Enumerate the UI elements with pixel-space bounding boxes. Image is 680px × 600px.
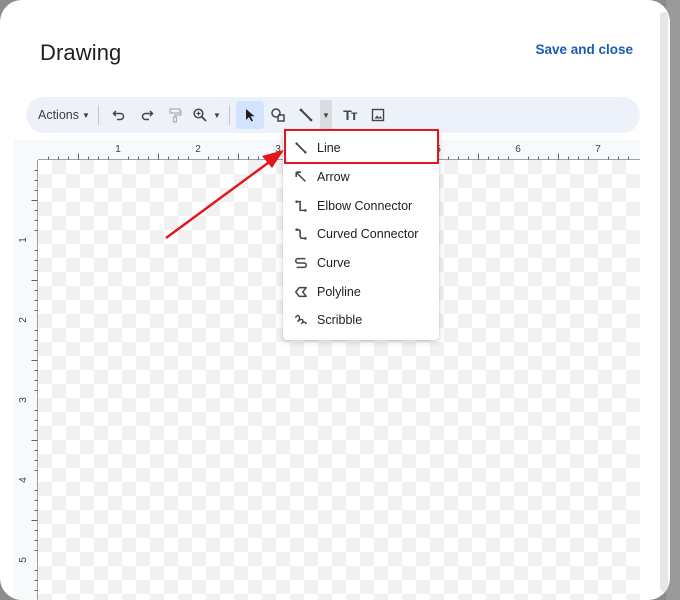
menu-item-scribble[interactable]: Scribble (283, 306, 439, 335)
text-box-button[interactable]: Tт (336, 101, 364, 129)
text-box-icon: Tт (343, 107, 357, 123)
menu-item-label: Curve (317, 256, 351, 271)
line-icon (299, 108, 313, 122)
select-button[interactable] (235, 101, 264, 129)
undo-button[interactable] (105, 101, 133, 129)
arrow-icon (295, 171, 306, 182)
menu-item-elbow-connector[interactable]: Elbow Connector (283, 191, 439, 220)
ruler-label: 2 (195, 144, 201, 155)
actions-menu-button[interactable]: Actions ▼ (36, 101, 92, 129)
ruler-label: 4 (18, 477, 29, 483)
line-type-menu: Line Arrow Elbow Connector Curved Connec… (283, 130, 439, 340)
undo-icon (112, 110, 125, 121)
menu-item-polyline[interactable]: Polyline (283, 277, 439, 306)
menu-item-label: Scribble (317, 313, 363, 328)
ruler-label: 3 (275, 144, 281, 155)
zoom-dropdown-icon[interactable]: ▼ (211, 101, 223, 129)
toolbar-divider (97, 105, 99, 125)
zoom-button[interactable] (189, 101, 211, 129)
paint-format-icon (169, 108, 182, 123)
image-button[interactable] (364, 101, 392, 129)
select-icon (245, 109, 255, 122)
ruler-label: 1 (115, 144, 121, 155)
image-icon (371, 108, 385, 122)
menu-item-label: Line (317, 141, 341, 156)
line-button[interactable] (292, 101, 320, 129)
chevron-down-icon: ▼ (82, 110, 90, 120)
polyline-icon (295, 286, 307, 297)
line-dropdown-button[interactable]: ▼ (319, 100, 332, 130)
ruler-label: 7 (595, 144, 601, 155)
scrollbar[interactable] (660, 12, 668, 592)
shape-button[interactable] (264, 101, 292, 129)
menu-item-label: Curved Connector (317, 227, 419, 242)
ruler-label: 6 (515, 144, 521, 155)
line-icon (295, 142, 307, 154)
zoom-icon (193, 108, 207, 122)
vertical-ruler: 1 2 3 4 5 (18, 160, 38, 600)
ruler-label: 2 (18, 317, 29, 323)
ruler-label: 1 (18, 237, 29, 243)
menu-item-line[interactable]: Line (283, 134, 439, 163)
redo-icon (141, 110, 154, 121)
scribble-icon (295, 315, 307, 325)
ruler-label: 3 (18, 397, 29, 403)
menu-item-curved-connector[interactable]: Curved Connector (283, 220, 439, 249)
paint-format-button[interactable] (161, 101, 189, 129)
redo-button[interactable] (133, 101, 161, 129)
elbow-connector-icon (295, 200, 307, 212)
menu-item-label: Elbow Connector (317, 198, 413, 213)
actions-label: Actions (38, 108, 79, 122)
menu-item-label: Polyline (317, 284, 361, 299)
save-and-close-button[interactable]: Save and close (535, 42, 633, 57)
shape-icon (271, 108, 285, 122)
toolbar: Actions ▼ ▼ ▼ Tт (26, 97, 640, 133)
dialog-title: Drawing (40, 40, 122, 65)
toolbar-divider (228, 105, 230, 125)
menu-item-curve[interactable]: Curve (283, 249, 439, 278)
curve-icon (295, 257, 307, 269)
menu-item-arrow[interactable]: Arrow (283, 163, 439, 192)
ruler-label: 5 (18, 557, 29, 563)
curved-connector-icon (295, 228, 307, 241)
menu-item-label: Arrow (317, 170, 350, 185)
